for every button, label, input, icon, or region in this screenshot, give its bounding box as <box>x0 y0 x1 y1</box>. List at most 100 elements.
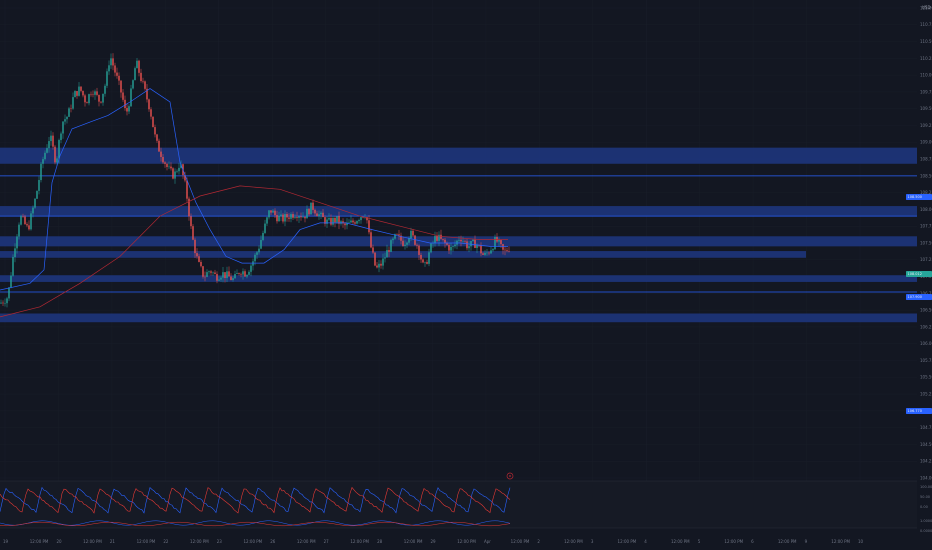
candle-body <box>140 72 142 82</box>
candle-body <box>76 91 78 96</box>
time-tick-label: 12:00 PM <box>30 539 49 544</box>
zone-band <box>0 147 917 164</box>
time-tick-label: 12:00 PM <box>831 539 850 544</box>
candle-body <box>408 238 410 243</box>
price-badge-label: 108.500 <box>908 195 922 199</box>
candle-body <box>404 244 406 246</box>
candle-body <box>274 210 276 216</box>
time-tick-label: 21 <box>110 539 116 544</box>
candle-body <box>130 88 132 107</box>
candle-body <box>488 252 490 254</box>
candle-body <box>308 208 310 215</box>
candle-body <box>300 216 302 218</box>
candle-body <box>484 252 486 255</box>
candle-body <box>152 116 154 128</box>
candle-body <box>450 246 452 251</box>
candle-body <box>490 250 492 254</box>
candle-body <box>470 241 472 247</box>
candle-body <box>410 230 412 239</box>
candle-body <box>502 244 504 250</box>
candle-body <box>466 241 468 249</box>
candle-body <box>204 276 206 278</box>
candle-body <box>142 81 144 82</box>
time-tick-label: 29 <box>431 539 437 544</box>
candle-body <box>352 220 354 223</box>
candle-body <box>356 221 358 224</box>
candle-body <box>372 247 374 253</box>
candle-body <box>272 210 274 213</box>
candle-body <box>74 91 76 98</box>
candle-body <box>54 146 56 163</box>
price-tick-label: 105.750 <box>920 358 932 363</box>
time-tick-label: 10 <box>858 539 864 544</box>
zone-band <box>0 275 917 282</box>
candle-body <box>214 272 216 274</box>
candle-body <box>154 127 156 135</box>
candle-body <box>376 265 378 268</box>
candle-body <box>440 234 442 239</box>
candle-body <box>250 265 252 272</box>
candle-body <box>134 68 136 81</box>
candle-body <box>386 250 388 258</box>
candle-body <box>458 239 460 241</box>
indicator-tick-label: 50.00 <box>920 495 930 499</box>
candle-body <box>304 216 306 219</box>
price-tick-label: 105.500 <box>920 375 932 380</box>
candle-body <box>158 140 160 152</box>
candle-body <box>254 254 256 262</box>
candle-body <box>354 222 356 224</box>
candle-body <box>168 166 170 168</box>
candle-body <box>348 222 350 223</box>
candle-body <box>58 140 60 159</box>
candle-body <box>492 249 494 251</box>
candle-body <box>294 217 296 218</box>
candle-body <box>284 214 286 222</box>
candle-body <box>192 226 194 240</box>
candle-body <box>206 272 208 277</box>
candle-body <box>468 246 470 249</box>
candle-body <box>48 141 50 149</box>
candle-body <box>110 58 112 66</box>
candle-body <box>266 217 268 224</box>
candle-body <box>176 171 178 172</box>
candle-body <box>428 252 430 264</box>
candle-body <box>320 212 322 215</box>
price-chart[interactable]: USD 111.000110.750110.500110.250110.0001… <box>0 0 932 550</box>
candle-body <box>160 151 162 157</box>
candle-body <box>170 166 172 169</box>
candle-body <box>390 240 392 252</box>
candle-body <box>332 217 334 225</box>
price-tick-label: 106.250 <box>920 324 932 329</box>
price-tick-label: 104.500 <box>920 442 932 447</box>
candle-body <box>82 90 84 96</box>
time-tick-label: 20 <box>56 539 62 544</box>
oscillator-panel <box>0 480 917 529</box>
candle-body <box>474 239 476 248</box>
candle-body <box>216 273 218 281</box>
candle-body <box>252 261 254 266</box>
time-tick-label: 12:00 PM <box>83 539 102 544</box>
candle-body <box>72 97 74 109</box>
candle-body <box>198 256 200 262</box>
indicator-tick-label: 1.0000 <box>920 519 932 523</box>
price-tick-label: 110.250 <box>920 56 932 61</box>
time-tick-label: 27 <box>324 539 330 544</box>
candle-body <box>402 240 404 246</box>
candle-body <box>68 108 70 117</box>
candle-body <box>100 101 102 103</box>
candle-body <box>238 273 240 274</box>
candle-body <box>260 240 262 249</box>
candle-body <box>108 65 110 72</box>
price-tick-label: 107.250 <box>920 257 932 262</box>
candle-body <box>40 163 42 181</box>
time-tick-label: 12:00 PM <box>350 539 369 544</box>
price-tick-label: 109.250 <box>920 123 932 128</box>
candle-body <box>314 209 316 214</box>
candle-body <box>52 135 54 147</box>
candle-body <box>426 262 428 264</box>
candle-body <box>416 244 418 246</box>
candle-body <box>454 244 456 247</box>
price-tick-label: 108.500 <box>920 173 932 178</box>
candle-body <box>84 95 86 103</box>
candle-body <box>434 236 436 243</box>
